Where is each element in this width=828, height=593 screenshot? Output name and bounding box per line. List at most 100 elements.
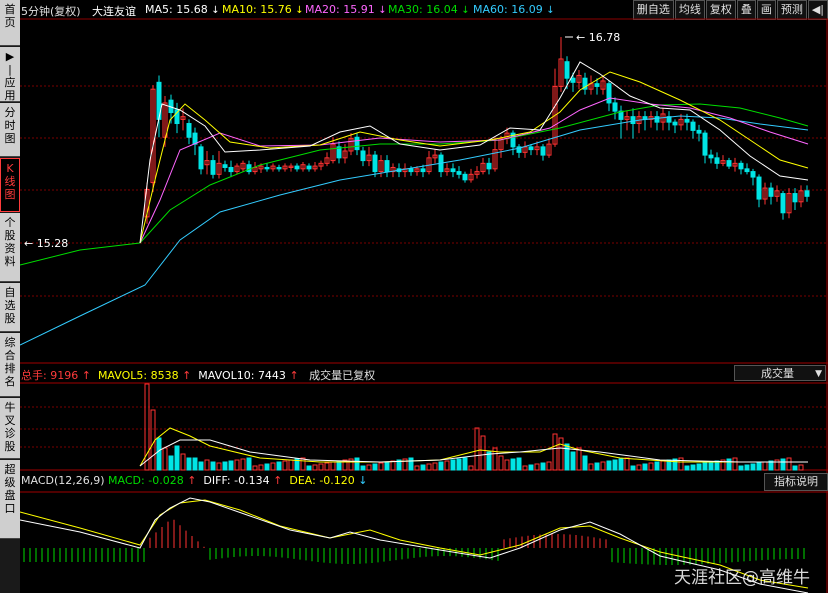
volume-bar-down (228, 460, 234, 471)
candle-down (570, 77, 576, 83)
sidebar-item-diagnosis[interactable]: 牛叉诊股 (0, 398, 20, 459)
volume-bar-down (654, 461, 660, 471)
candle-down (462, 173, 468, 181)
volume-bar-up (216, 462, 222, 471)
volume-bar-up (444, 460, 450, 471)
sidebar-item-label: 综合排名 (4, 336, 16, 388)
volume-bar-down (420, 464, 426, 471)
volume-bar-up (324, 462, 330, 471)
mavol5-arrow-icon: ↑ (182, 369, 192, 382)
volume-bar-up (576, 447, 582, 471)
volume-dropdown-label: 成交量 (761, 367, 794, 380)
candle-down (738, 162, 744, 170)
volume-bar-up (378, 462, 384, 471)
sidebar-item-label: 牛叉诊股 (4, 401, 16, 453)
sidebar-item-stock-info[interactable]: 个股资料 (0, 213, 20, 282)
volume-bar-down (456, 458, 462, 471)
volume-bar-down (408, 457, 414, 471)
volume-bar-down (570, 451, 576, 471)
volume-bar-down (612, 459, 618, 471)
volume-bar-down (744, 464, 750, 471)
sidebar-item-label: 超级盘口 (4, 463, 16, 515)
volume-bar-down (450, 459, 456, 471)
volume-bar-up (234, 459, 240, 471)
volume-bar-down (210, 461, 216, 471)
volume-bar-up (522, 465, 528, 471)
volume-bar-up (318, 463, 324, 471)
volume-bar-up (660, 460, 666, 471)
low-price-label: ← 15.28 (24, 237, 68, 250)
ma60-line (20, 115, 809, 346)
volume-bar-up (552, 433, 558, 471)
volume-bar-up (474, 427, 480, 471)
volume-bar-down (222, 461, 228, 471)
volume-bar-up (624, 457, 630, 471)
volume-bar-down (192, 457, 198, 471)
volume-indicator-dropdown[interactable]: 成交量 ▼ (734, 365, 826, 381)
candle-down (804, 190, 810, 197)
volume-bar-up (600, 461, 606, 471)
candle-down (540, 146, 546, 156)
sidebar: 首页 ▶|应用 分时图 K线图个股资料自选股综合排名牛叉诊股超级盘口 (0, 0, 20, 593)
candle-down (306, 165, 312, 170)
volume-bar-down (792, 465, 798, 471)
sidebar-item-apps[interactable]: ▶|应用 (0, 47, 20, 102)
volume-bar-up (312, 464, 318, 471)
sidebar-item-level2[interactable]: 超级盘口 (0, 460, 20, 539)
dea-value: -0.120 (319, 474, 355, 487)
sidebar-item-kline[interactable]: K线图 (0, 158, 20, 212)
volume-bar-down (276, 461, 282, 471)
ma20-line (139, 97, 809, 244)
candle-down (192, 132, 198, 145)
volume-bar-up (366, 464, 372, 471)
sidebar-item-label: 个股资料 (4, 216, 16, 268)
sidebar-item-watchlist[interactable]: 自选股 (0, 283, 20, 332)
volume-bar-up (504, 459, 510, 471)
volume-bar-down (528, 464, 534, 471)
volume-bar-down (708, 461, 714, 471)
volume-bar-down (306, 465, 312, 471)
watermark: 天涯社区@高维牛 (674, 568, 810, 588)
volume-bar-down (510, 458, 516, 471)
sidebar-item-label: 自选股 (4, 286, 16, 325)
volume-bar-down (174, 445, 180, 471)
ma5-line (139, 61, 809, 244)
sidebar-item-label: K线图 (4, 162, 16, 201)
volume-bar-down (462, 457, 468, 471)
macd-value: -0.028 (148, 474, 184, 487)
mavol5-label: MAVOL5: (97, 369, 148, 382)
volume-bar-down (780, 458, 786, 471)
volume-bar-down (264, 463, 270, 471)
candle-down (690, 121, 696, 131)
volume-bar-down (564, 443, 570, 471)
candle-down (198, 146, 204, 170)
volume-bar-up (534, 463, 540, 471)
volume-bar-up (558, 437, 564, 471)
candle-down (702, 132, 708, 156)
candle-down (756, 176, 762, 200)
candle-down (294, 165, 300, 170)
sidebar-item-intraday[interactable]: 分时图 (0, 103, 20, 157)
candle-down (372, 154, 378, 173)
volume-bar-down (582, 455, 588, 471)
candle-down (420, 168, 426, 173)
kline-chart-svg: ← 16.78 ← 15.28 (20, 18, 828, 593)
candle-down (708, 154, 714, 159)
candle-down (528, 146, 534, 151)
volume-bar-down (618, 458, 624, 471)
macd-arrow-icon: ↑ (187, 474, 197, 487)
sidebar-item-ranking[interactable]: 综合排名 (0, 333, 20, 397)
mavol10-value: 7443 (257, 369, 286, 382)
sidebar-item-home[interactable]: 首页 (0, 0, 20, 46)
candle-down (564, 61, 570, 79)
diff-label: DIFF: (203, 474, 231, 487)
volume-bar-down (726, 458, 732, 471)
volume-bar-up (204, 459, 210, 471)
volume-bar-down (702, 462, 708, 471)
diff-value: -0.134 (234, 474, 270, 487)
indicator-help-button[interactable]: 指标说明 (764, 473, 828, 491)
volume-bar-down (750, 463, 756, 471)
volume-bar-up (180, 453, 186, 471)
volume-legend: 总手: 9196 ↑ MAVOL5: 8538 ↑ MAVOL10: 7443 … (21, 367, 375, 383)
volume-bar-up (498, 455, 504, 471)
